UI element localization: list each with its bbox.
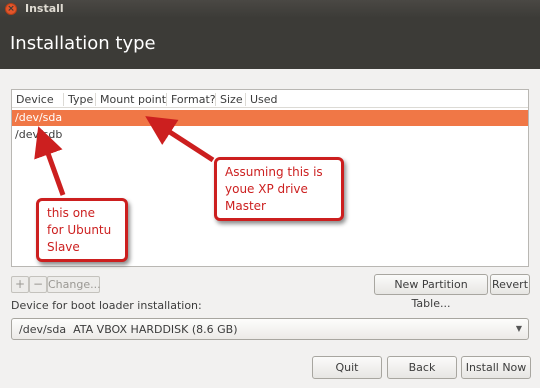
red-arrow-to-sdb [34,126,66,196]
annotation-master: Assuming this is youe XP drive Master [214,157,344,221]
annotation-slave: this one for Ubuntu Slave [36,198,128,262]
red-arrow-to-sda [145,116,215,163]
